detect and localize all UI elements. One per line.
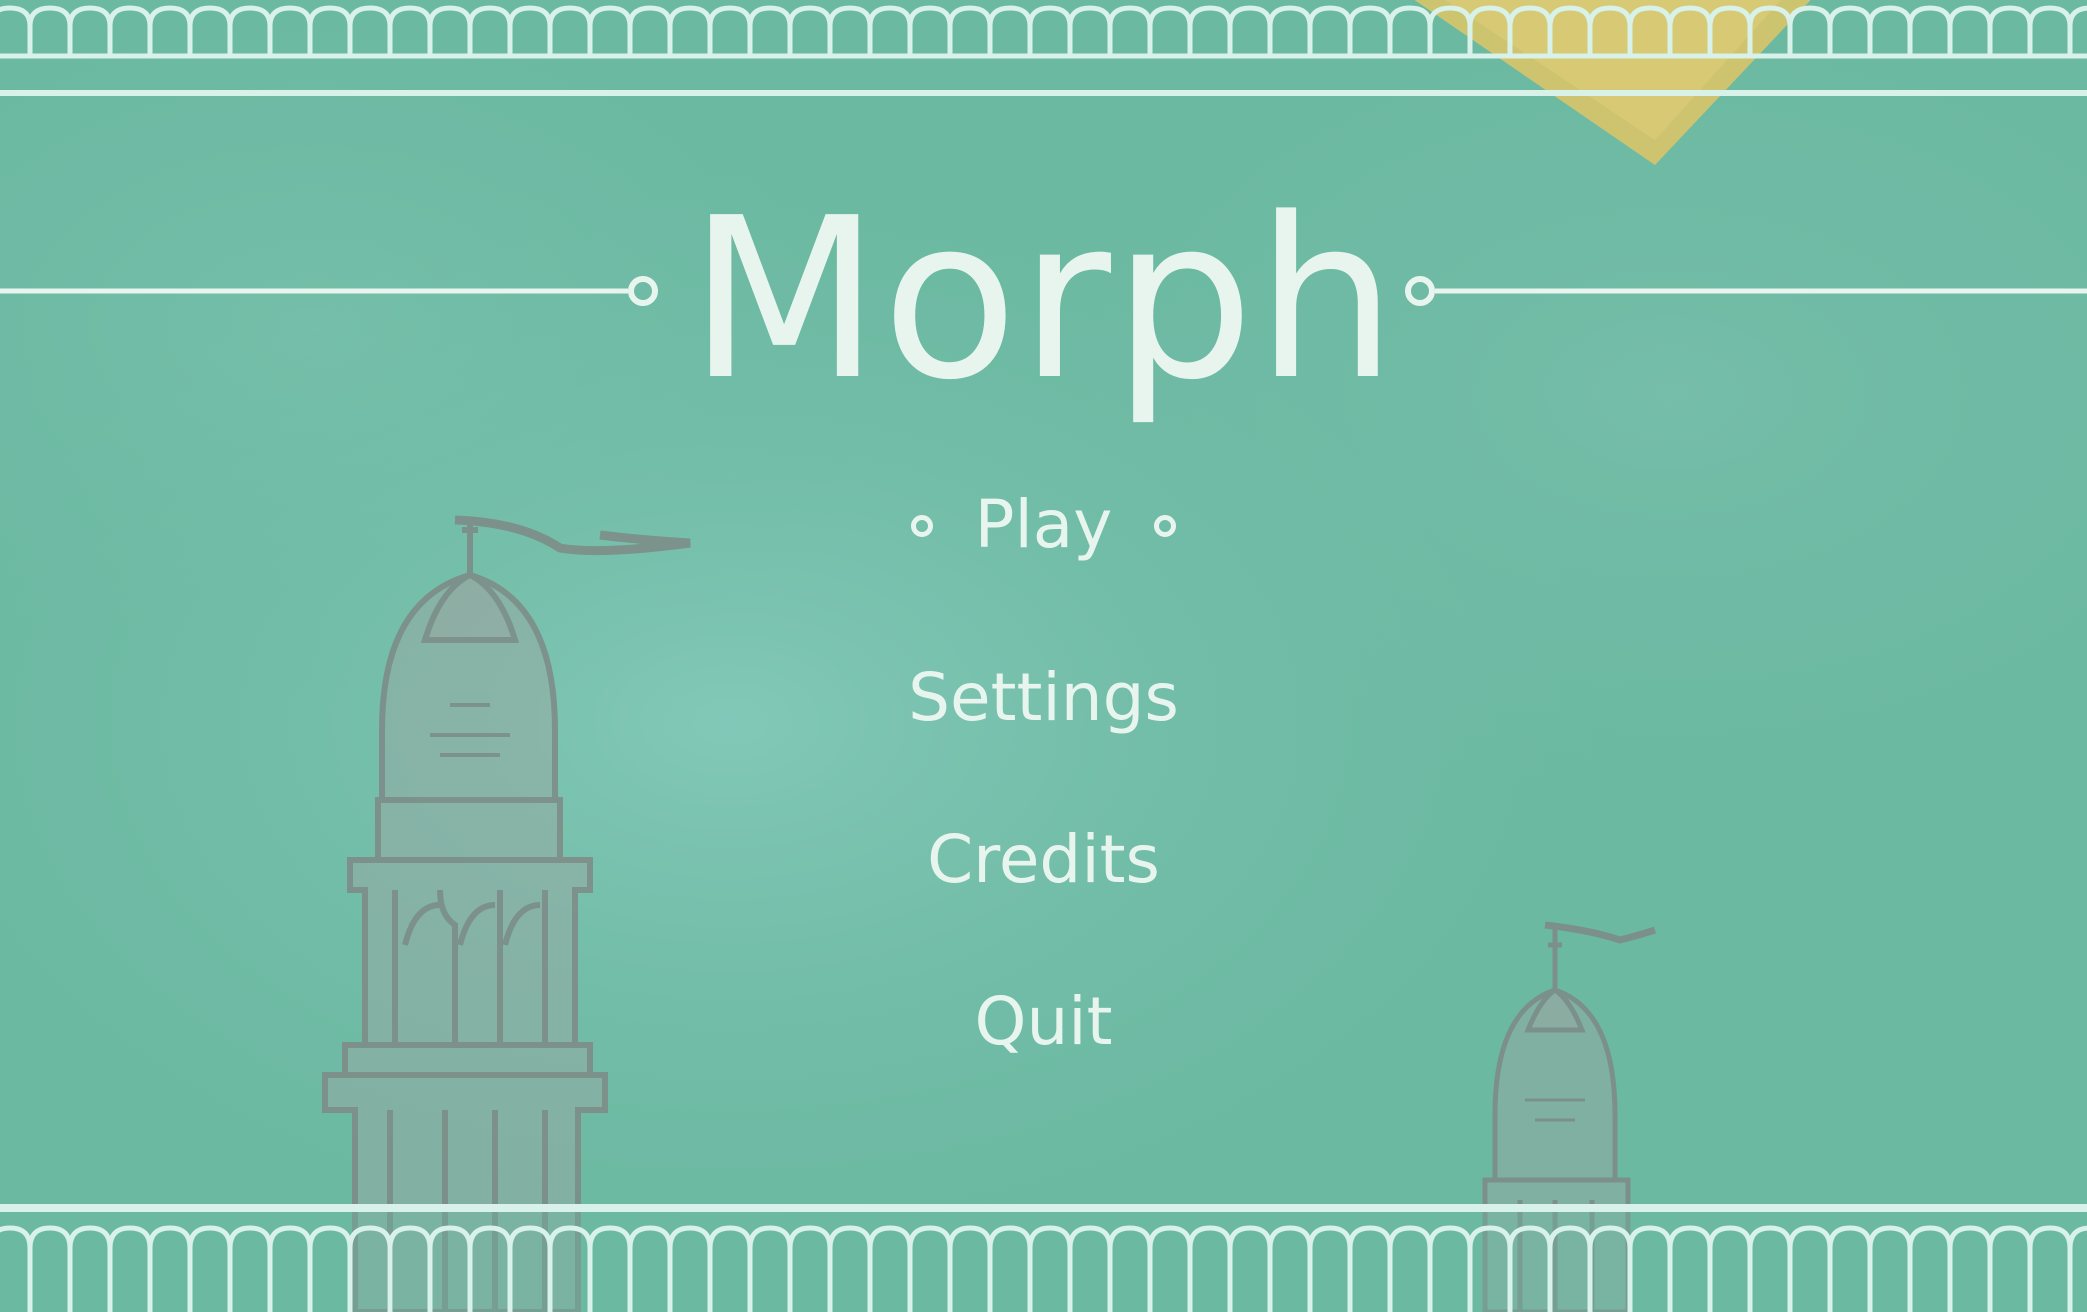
selection-dot-right-icon xyxy=(1154,515,1177,537)
play-button[interactable]: Play xyxy=(0,480,2087,570)
credits-label: Credits xyxy=(927,821,1160,898)
settings-label: Settings xyxy=(908,659,1179,736)
settings-button[interactable]: Settings xyxy=(0,653,2087,743)
game-title: Morph xyxy=(688,171,1399,429)
main-menu-screen: Morph Play Settings Credits Quit xyxy=(0,0,2087,1312)
play-label: Play xyxy=(974,486,1113,563)
quit-label: Quit xyxy=(974,983,1113,1060)
quit-button[interactable]: Quit xyxy=(0,977,2087,1067)
selection-dot-left-icon xyxy=(910,515,933,537)
bottom-ornamental-border xyxy=(0,1204,2087,1312)
credits-button[interactable]: Credits xyxy=(0,815,2087,905)
play-label-wrap: Play xyxy=(910,480,1177,570)
